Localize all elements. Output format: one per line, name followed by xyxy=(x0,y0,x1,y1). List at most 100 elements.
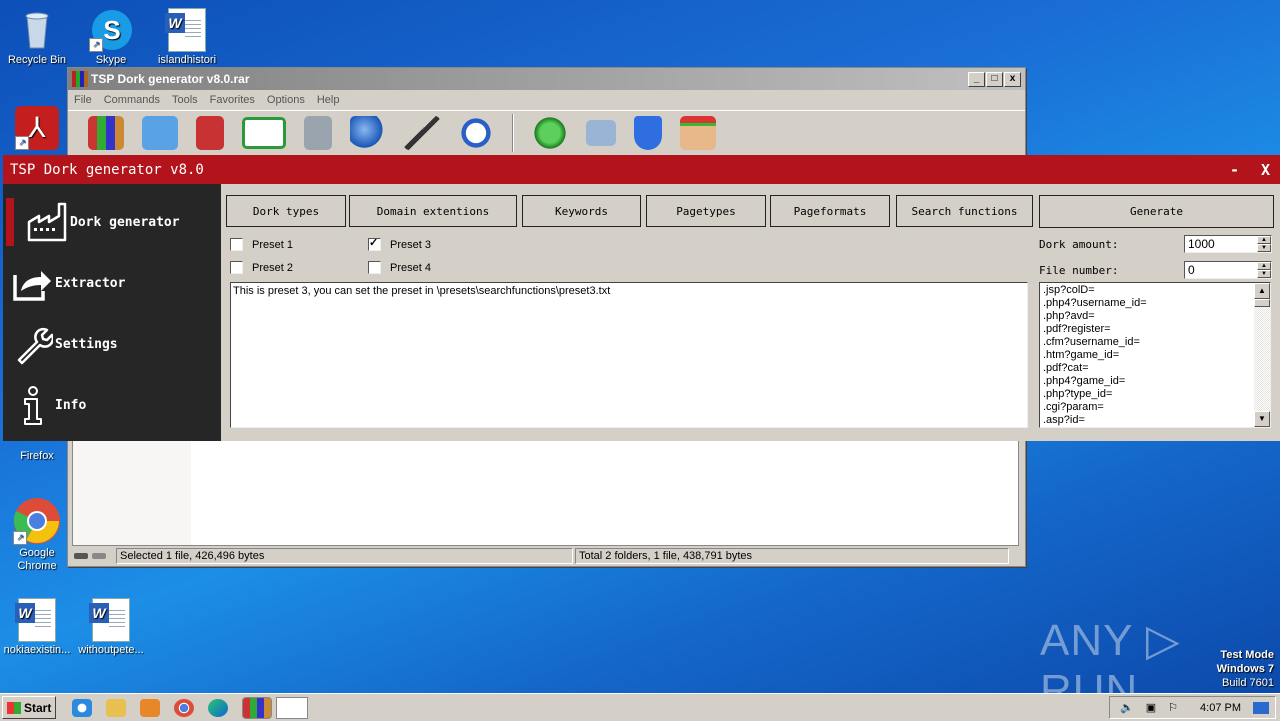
taskbar: Start 🔈 ▣ ⚐ 4:07 PM xyxy=(0,693,1280,721)
clock[interactable]: 4:07 PM xyxy=(1200,702,1241,714)
app-title-bar[interactable]: TSP Dork generator v8.0 - X xyxy=(3,155,1280,184)
scroll-down-button[interactable]: ▼ xyxy=(1254,411,1270,427)
protect-icon[interactable] xyxy=(634,116,662,150)
menu-tools[interactable]: Tools xyxy=(172,94,198,106)
info-icon[interactable] xyxy=(458,116,494,150)
scroll-thumb[interactable] xyxy=(1254,299,1270,307)
checkbox-box[interactable] xyxy=(230,261,243,274)
preset-2-checkbox[interactable]: Preset 2 xyxy=(230,261,293,274)
sidebar-item-label: Extractor xyxy=(55,275,126,291)
show-desktop-icon[interactable] xyxy=(1253,701,1269,714)
checkbox-box[interactable] xyxy=(368,261,381,274)
list-item[interactable]: .php4?username_id= xyxy=(1043,297,1147,310)
winrar-title-bar[interactable]: TSP Dork generator v8.0.rar _ □ x xyxy=(68,68,1025,90)
tab-pagetypes[interactable]: Pagetypes xyxy=(646,195,766,227)
delete-icon[interactable] xyxy=(304,116,332,150)
explorer-icon[interactable] xyxy=(106,698,127,717)
spin-up-button[interactable]: ▲ xyxy=(1257,262,1271,270)
sidebar-item-dork-generator[interactable]: Dork generator xyxy=(3,198,221,246)
list-item[interactable]: .php?avd= xyxy=(1043,310,1147,323)
sidebar-item-extractor[interactable]: Extractor xyxy=(3,259,221,307)
list-item[interactable]: .cgi?param= xyxy=(1043,401,1147,414)
network-icon[interactable]: ▣ xyxy=(1146,701,1156,714)
menu-help[interactable]: Help xyxy=(317,94,340,106)
preset-1-checkbox[interactable]: Preset 1 xyxy=(230,238,293,251)
ie-icon[interactable] xyxy=(72,698,93,717)
file-number-stepper[interactable]: 0 ▲ ▼ xyxy=(1184,261,1272,279)
list-item[interactable]: .cfm?username_id= xyxy=(1043,336,1147,349)
factory-icon xyxy=(27,202,67,242)
checkbox-box-checked[interactable] xyxy=(368,236,381,251)
list-item[interactable]: .jsp?colD= xyxy=(1043,284,1147,297)
tab-search-functions[interactable]: Search functions xyxy=(896,195,1033,227)
menu-options[interactable]: Options xyxy=(267,94,305,106)
virus-scan-icon[interactable] xyxy=(532,116,568,150)
tab-keywords[interactable]: Keywords xyxy=(522,195,641,227)
checkbox-box[interactable] xyxy=(230,238,243,251)
add-icon[interactable] xyxy=(88,116,124,150)
desktop-icon-skype[interactable]: S ↗ Skype xyxy=(74,8,148,66)
spin-up-button[interactable]: ▲ xyxy=(1257,236,1271,244)
winrar-icon[interactable] xyxy=(242,696,273,719)
recycle-bin-icon xyxy=(15,8,59,52)
app-minimize-button[interactable]: - xyxy=(1230,161,1239,179)
list-item[interactable]: .php4?game_id= xyxy=(1043,375,1147,388)
preset-description-textarea[interactable]: This is preset 3, you can set the preset… xyxy=(230,282,1028,428)
dork-amount-stepper[interactable]: 1000 ▲ ▼ xyxy=(1184,235,1272,253)
extract-icon[interactable] xyxy=(142,116,178,150)
preset-3-checkbox[interactable]: Preset 3 xyxy=(368,236,431,251)
desktop-icon-withoutpete[interactable]: withoutpete... xyxy=(74,598,148,656)
menu-favorites[interactable]: Favorites xyxy=(210,94,255,106)
sidebar-item-label: Dork generator xyxy=(70,214,180,230)
view-icon[interactable] xyxy=(242,117,286,149)
scroll-up-button[interactable]: ▲ xyxy=(1254,283,1270,299)
list-item[interactable]: .pdf?cat= xyxy=(1043,362,1147,375)
close-button[interactable]: x xyxy=(1004,71,1021,87)
winrar-folder-pane[interactable] xyxy=(73,441,191,545)
sidebar-item-info[interactable]: Info xyxy=(3,381,221,429)
desktop-icon-nokiaexistin[interactable]: nokiaexistin... xyxy=(0,598,74,656)
comment-icon[interactable] xyxy=(586,120,616,146)
tab-domain-extentions[interactable]: Domain extentions xyxy=(349,195,517,227)
menu-commands[interactable]: Commands xyxy=(104,94,160,106)
test-icon[interactable] xyxy=(196,116,224,150)
chrome-icon[interactable] xyxy=(174,698,195,717)
word-document-icon xyxy=(15,598,59,642)
preset-4-checkbox[interactable]: Preset 4 xyxy=(368,261,431,274)
tab-dork-types[interactable]: Dork types xyxy=(226,195,346,227)
wizard-icon[interactable] xyxy=(404,116,440,150)
generate-button[interactable]: Generate xyxy=(1039,195,1274,228)
sidebar-item-settings[interactable]: Settings xyxy=(3,320,221,368)
output-listbox[interactable]: .jsp?colD= .php4?username_id= .php?avd= .pd… xyxy=(1039,282,1271,428)
find-icon[interactable] xyxy=(350,116,386,150)
tab-pageformats[interactable]: Pageformats xyxy=(770,195,890,227)
spin-down-button[interactable]: ▼ xyxy=(1257,270,1271,278)
maximize-button[interactable]: □ xyxy=(986,71,1003,87)
list-item[interactable]: .php?type_id= xyxy=(1043,388,1147,401)
media-player-icon[interactable] xyxy=(140,698,161,717)
dork-generator-window[interactable]: TSP Dork generator v8.0 - X Dork generat… xyxy=(3,155,1280,441)
desktop-icon-acrobat[interactable]: ⅄ ↗ xyxy=(0,106,74,152)
app-close-button[interactable]: X xyxy=(1261,161,1270,179)
winrar-file-list[interactable] xyxy=(72,440,1019,546)
list-item[interactable]: .asp?id= xyxy=(1043,414,1147,427)
minimize-button[interactable]: _ xyxy=(968,71,985,87)
spin-down-button[interactable]: ▼ xyxy=(1257,244,1271,252)
desktop-icon-recycle-bin[interactable]: Recycle Bin xyxy=(0,8,74,66)
menu-file[interactable]: File xyxy=(74,94,92,106)
app-title: TSP Dork generator v8.0 xyxy=(10,161,204,178)
vertical-scrollbar[interactable]: ▲ ▼ xyxy=(1254,283,1270,427)
key-icon xyxy=(92,553,106,559)
volume-icon[interactable]: 🔈 xyxy=(1120,701,1134,714)
action-center-flag-icon[interactable]: ⚐ xyxy=(1168,701,1178,714)
dork-generator-icon[interactable] xyxy=(276,696,309,719)
desktop-icon-firefox[interactable]: Firefox xyxy=(0,450,74,462)
list-item[interactable]: .htm?game_id= xyxy=(1043,349,1147,362)
desktop-icon-islandhistori[interactable]: islandhistori xyxy=(150,8,224,66)
dork-amount-label: Dork amount: xyxy=(1039,238,1119,251)
list-item[interactable]: .pdf?register= xyxy=(1043,323,1147,336)
sfx-icon[interactable] xyxy=(680,116,716,150)
edge-icon[interactable] xyxy=(208,698,229,717)
desktop-icon-chrome[interactable]: ↗ Google Chrome xyxy=(0,497,74,573)
start-button[interactable]: Start xyxy=(2,696,57,719)
